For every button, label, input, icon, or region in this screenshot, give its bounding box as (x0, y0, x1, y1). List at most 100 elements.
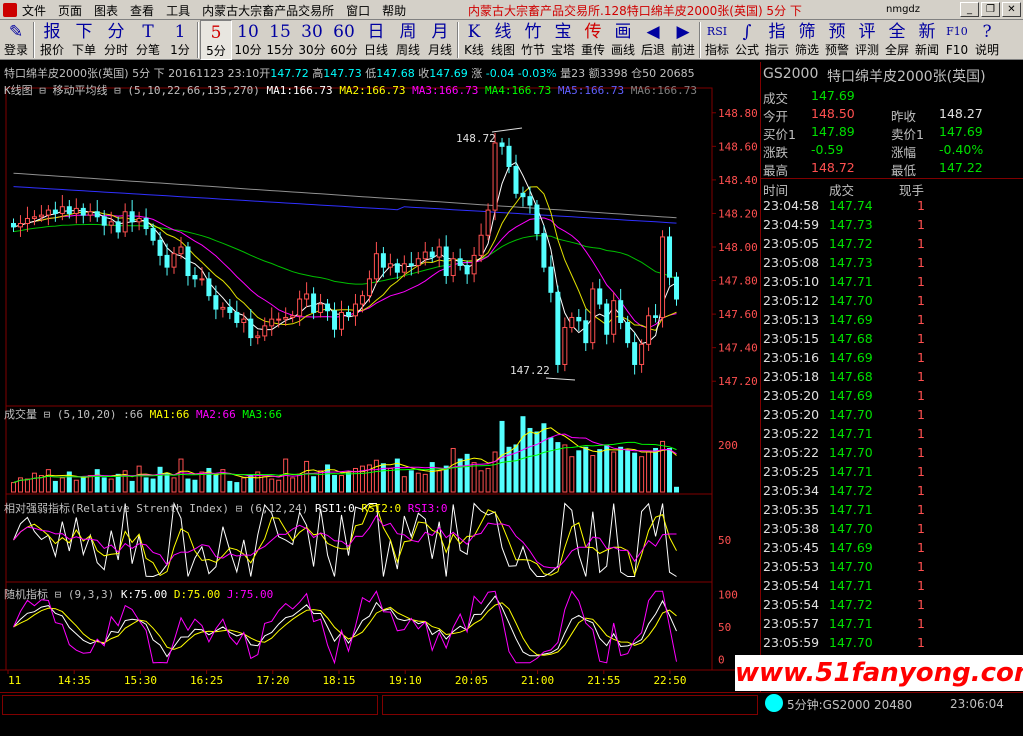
x-tick-label: 21:55 (587, 674, 620, 687)
toolbar-button-14[interactable]: K K线 (460, 20, 488, 60)
toolbar-button-5[interactable]: 1 1分 (164, 20, 196, 60)
toolbar-button-21[interactable]: ▶ 前进 (668, 20, 698, 60)
candle-body (450, 258, 456, 277)
close-icon[interactable]: ✕ (1002, 2, 1021, 17)
tick-row: 23:05:20 147.69 1 (761, 388, 1023, 407)
volume-bar (422, 473, 428, 493)
toolbar-button-2[interactable]: 下下单 (68, 20, 100, 60)
toolbar-button-10[interactable]: 60 60分 (328, 20, 360, 60)
osc-legend-2: 相对强弱指标(Relative Strenth Index) ⊟ (6,12,2… (4, 501, 448, 515)
toolbar-button-6[interactable]: 5 5分 (200, 20, 232, 60)
tick-time: 23:05:10 (763, 274, 820, 289)
menu-item-5[interactable]: 内蒙古大宗畜产品交易所 (202, 2, 334, 19)
chart-canvas[interactable]: 148.80 148.60 148.40 148.20 148.00 147.80 147.… (0, 62, 759, 692)
candle-body (541, 233, 547, 268)
toolbar-button-22[interactable]: RSI 指标 (702, 20, 732, 60)
toolbar-icon-11: 日 (367, 22, 385, 42)
toolbar-icon-6: 5 (210, 23, 222, 43)
low-label-q: 最低 (891, 163, 917, 178)
candle-body (429, 251, 435, 258)
tick-time: 23:05:34 (763, 483, 820, 498)
tick-row: 23:05:54 147.71 1 (761, 578, 1023, 597)
toolbar-button-16[interactable]: 竹竹节 (518, 20, 548, 60)
toolbar-button-4[interactable]: T 分笔 (132, 20, 164, 60)
status-bar: 5分钟:GS2000 20480 23:06:04 (0, 692, 1023, 736)
menu-item-3[interactable]: 查看 (130, 2, 154, 19)
toolbar-button-1[interactable]: 报报价 (36, 20, 68, 60)
toolbar-button-30[interactable]: F10 F10 (942, 20, 972, 60)
tick-time: 23:05:12 (763, 293, 820, 308)
toolbar-button-20[interactable]: ◀ 后退 (638, 20, 668, 60)
watermark: www.51fanyong.com (735, 655, 1023, 691)
open-label-q: 今开 (763, 109, 789, 124)
chg-value: -0.59 (811, 142, 844, 157)
toolbar-button-15[interactable]: 线线图 (488, 20, 518, 60)
toolbar-label-14: K线 (464, 43, 484, 57)
toolbar-button-17[interactable]: 宝宝塔 (548, 20, 578, 60)
toolbar-button-26[interactable]: 预预警 (822, 20, 852, 60)
candle-body (576, 316, 582, 322)
volume-bar (471, 462, 477, 493)
menu-item-7[interactable]: 帮助 (382, 2, 406, 19)
toolbar-button-7[interactable]: 10 10分 (232, 20, 264, 60)
volume-bar (548, 437, 554, 493)
toolbar-button-27[interactable]: 评评测 (852, 20, 882, 60)
candle-body (66, 206, 72, 214)
volume-bar (297, 473, 303, 493)
toolbar-separator (457, 22, 459, 58)
window-title: 内蒙古大宗畜产品交易所.128特口绵羊皮2000张(英国) 5分 下 (468, 4, 802, 18)
toolbar-button-9[interactable]: 30 30分 (296, 20, 328, 60)
divider (761, 178, 1023, 179)
tick-qty: 1 (917, 293, 925, 308)
toolbar-button-18[interactable]: 传重传 (578, 20, 608, 60)
toolbar-button-13[interactable]: 月月线 (424, 20, 456, 60)
volume-bar (611, 451, 617, 493)
volume-bar (213, 475, 219, 493)
candle-body (359, 295, 365, 305)
minimize-icon[interactable]: _ (960, 2, 979, 17)
menu-item-1[interactable]: 页面 (58, 2, 82, 19)
chart-pane[interactable]: 148.80 148.60 148.40 148.20 148.00 147.80 147.… (0, 62, 759, 692)
volume-bar (590, 455, 596, 493)
tick-qty: 1 (917, 445, 925, 460)
low-label: 低 (365, 67, 377, 80)
toolbar-button-0[interactable]: ✎ 登录 (0, 20, 32, 60)
toolbar-button-25[interactable]: 筛筛选 (792, 20, 822, 60)
tick-row: 23:05:45 147.69 1 (761, 540, 1023, 559)
volume-bar (73, 479, 79, 493)
low-annotation: 147.22 (510, 364, 550, 377)
vol-y-tick-label: 200 (718, 439, 738, 452)
menu-item-4[interactable]: 工具 (166, 2, 190, 19)
tick-time: 23:05:20 (763, 388, 820, 403)
highlow-row: 最高 148.72 最低 147.22 (763, 160, 1023, 178)
prev-label: 昨收 (891, 109, 917, 124)
candle-body (478, 234, 484, 256)
toolbar-button-12[interactable]: 周周线 (392, 20, 424, 60)
candle-body (94, 211, 100, 218)
osc-legend-item: K:75.00 (121, 588, 174, 601)
toolbar-button-19[interactable]: 画画线 (608, 20, 638, 60)
toolbar-button-24[interactable]: 指指示 (762, 20, 792, 60)
tick-qty: 1 (917, 312, 925, 327)
toolbar-button-23[interactable]: ∫ 公式 (732, 20, 762, 60)
toolbar-button-3[interactable]: 分分时 (100, 20, 132, 60)
toolbar-button-29[interactable]: 新新闻 (912, 20, 942, 60)
toolbar-label-23: 公式 (734, 43, 759, 57)
candle-body (520, 192, 526, 198)
menu-item-0[interactable]: 文件 (22, 2, 46, 19)
toolbar-button-28[interactable]: 全全屏 (882, 20, 912, 60)
tick-qty: 1 (917, 597, 925, 612)
toolbar-icon-3: 分 (107, 22, 125, 42)
osc-title: 相对强弱指标(Relative Strenth Index) ⊟ (6,12,2… (4, 501, 315, 515)
chart-header-name: 特口绵羊皮2000张(英国) (4, 67, 129, 80)
menu-item-2[interactable]: 图表 (94, 2, 118, 19)
tick-row: 23:05:22 147.71 1 (761, 426, 1023, 445)
toolbar-button-8[interactable]: 15 15分 (264, 20, 296, 60)
toolbar-button-11[interactable]: 日日线 (360, 20, 392, 60)
tick-list[interactable]: 23:04:58 147.74 1 23:04:59 147.73 1 23:05:05 14… (761, 198, 1023, 654)
restore-icon[interactable]: ❐ (981, 2, 1000, 17)
menu-item-6[interactable]: 窗口 (346, 2, 370, 19)
chart-header-open: 147.72 (270, 67, 309, 80)
toolbar-button-31[interactable]: ? 说明 (972, 20, 1002, 60)
volume-bar (534, 431, 540, 493)
